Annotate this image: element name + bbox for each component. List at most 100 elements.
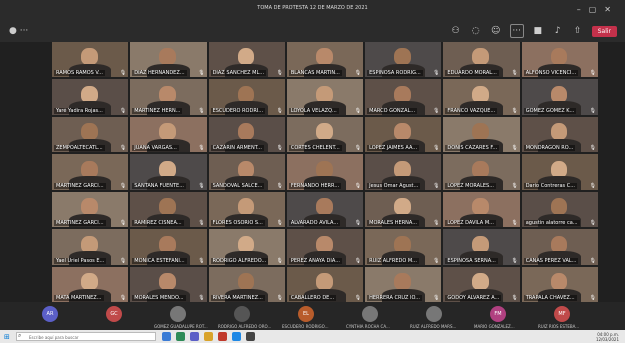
app-icon[interactable] [232,332,241,341]
participant-avatar[interactable] [234,306,250,322]
meeting-info-icon[interactable]: ● ··· [9,26,28,36]
participant-tile[interactable]: FERNANDO HERR... 🎙 [286,154,364,190]
participant-tile[interactable]: JUANA VARGAS... 🎙 [130,116,207,153]
participant-tile[interactable]: LOPEZ DAVILA M... 🎙 [443,191,520,228]
share-screen-icon[interactable]: ⇧ [572,25,584,37]
participant-tile[interactable]: ESPINOSA SERNA... 🎙 [443,229,520,265]
camera-icon[interactable]: ■ [532,25,544,37]
participant-tile[interactable]: RAMIREZ CISNEA... 🎙 [130,191,207,228]
participant-tile[interactable]: agustin alatorre ca... 🎙 [521,191,598,228]
system-clock[interactable]: 04:00 p.m. 12/03/2021 [596,332,619,342]
participant-tile[interactable]: DONIS CAZARES F... 🎙 [443,116,520,153]
meeting-toolbar: ● ··· ⚇ ◌ ☺ ··· ■ ♪ ⇧ Salir [0,20,625,42]
participant-tile[interactable]: ALFONSO VICENCI... 🎙 [521,42,598,78]
participant-tile[interactable]: GODOY ALVAREZ A... 🎙 [443,266,520,302]
folder-icon[interactable] [204,332,213,341]
participant-tile[interactable]: Jesus Omar Agust... 🎙 [365,154,442,190]
participant-video [315,235,333,253]
participant-tile[interactable]: ZEMPOALTECATL... 🎙 [52,116,129,153]
mic-muted-icon: 🎙 [354,182,362,189]
participant-avatar[interactable]: GC [106,306,122,322]
participant-tile[interactable]: CORTES CHELENT... 🎙 [286,116,364,153]
participant-tile[interactable]: GOMEZ GOMEZ K... 🎙 [521,79,598,115]
participant-video [550,235,568,253]
participant-avatar[interactable]: AR [42,306,58,322]
participant-tile[interactable]: MORALES HERNA... 🎙 [365,191,442,228]
participant-tile[interactable]: CAÑAS PEREZ VAL... 🎙 [521,229,598,265]
participant-tile[interactable]: EDUARDO MORAL... 🎙 [443,42,520,78]
app-icon[interactable] [162,332,171,341]
participant-tile[interactable]: MARTINEZ HERN... 🎙 [130,79,207,115]
participant-avatar[interactable]: EL [298,306,314,322]
participant-tile[interactable]: LOYOLA VELAZQ... 🎙 [286,79,364,115]
participant-tile[interactable]: MORALES MENDO... 🎙 [130,266,207,302]
participant-avatar[interactable]: FM [490,306,506,322]
participant-tile[interactable]: TRAPALA CHAVEZ... 🎙 [521,266,598,302]
participant-video [472,48,490,66]
app-icon[interactable] [246,332,255,341]
participant-tile[interactable]: SANTANA FUENTE... 🎙 [130,154,207,190]
participant-name: DIAZ HERNANDEZ... [132,70,187,77]
mic-muted-icon: 🎙 [354,70,362,77]
participant-tile[interactable]: Yaré Yadira Rojas... 🎙 [52,79,129,115]
participant-tile[interactable]: MARTINEZ GARCI... 🎙 [52,154,129,190]
participant-tile[interactable]: ALVARADO AVILA... 🎙 [286,191,364,228]
app-icon[interactable] [176,332,185,341]
participant-tile[interactable]: RUIZ ALFREDO M... 🎙 [365,229,442,265]
chat-icon[interactable]: ◌ [470,25,482,37]
window-controls[interactable]: –▢✕ [577,5,619,14]
more-options-icon[interactable]: ··· [509,24,524,38]
participant-tile[interactable]: LOPEZ MORALES... 🎙 [443,154,520,190]
mic-muted-icon: 🎙 [511,257,518,264]
participant-tile[interactable]: CABALLERO DE... 🎙 [286,266,364,302]
mic-muted-icon: 🎙 [198,70,205,77]
participant-name: FRANCO VAZQUE... [445,107,498,114]
leave-button[interactable]: Salir [591,25,617,37]
participant-avatar[interactable]: MF [554,306,570,322]
participant-tile[interactable]: MONICA ESTEFANI... 🎙 [130,229,207,265]
participant-tile[interactable]: RODRIGO ALFREDO... 🎙 [208,229,285,265]
participant-avatar[interactable] [362,306,378,322]
participant-tile[interactable]: CAZARIN ARMENT... 🎙 [208,116,285,153]
participant-tile[interactable]: Dario Contreras C... 🎙 [521,154,598,190]
participant-video [550,123,568,141]
participant-tile[interactable]: ESPINOSA RODRIG... 🎙 [365,42,442,78]
participant-tile[interactable]: MONDRAGON RO... 🎙 [521,116,598,153]
participant-tile[interactable]: MATA MARTINEZ... 🎙 [52,266,129,302]
participant-avatar[interactable] [426,306,442,322]
mic-muted-icon: 🎙 [354,294,362,301]
mic-muted-icon: 🎙 [511,70,518,77]
participant-name: PEREZ ANAYA DIA... [288,257,342,264]
participant-tile[interactable]: MARCO GONZAL... 🎙 [365,79,442,115]
participant-tile[interactable]: FLORES OSORIO S... 🎙 [208,191,285,228]
reactions-icon[interactable]: ☺ [490,25,502,37]
participant-tile[interactable]: SANDOVAL SALCE... 🎙 [208,154,285,190]
participant-tile[interactable]: MARTINEZ GARCI... 🎙 [52,191,129,228]
participant-tile[interactable]: PEREZ ANAYA DIA... 🎙 [286,229,364,265]
participant-tile[interactable]: DIAZ HERNANDEZ... 🎙 [130,42,207,78]
app-icon[interactable] [218,332,227,341]
participant-name: Yael Uriel Pasos E... [54,257,107,264]
participant-name: RUIZ ALFREDO M... [367,257,419,264]
participant-tile[interactable]: FRANCO VAZQUE... 🎙 [443,79,520,115]
participant-tile[interactable]: HERRERA CRUZ IO... 🎙 [365,266,442,302]
participant-tile[interactable]: BLANCAS MARTIN... 🎙 [286,42,364,78]
taskbar-search-input[interactable]: Escribe aquí para buscar [16,332,156,341]
participant-tile[interactable]: ESCUDERO RODRI... 🎙 [208,79,285,115]
windows-start-icon[interactable]: ⊞ [4,333,12,341]
participant-tile[interactable]: RAMOS RAMOS V... 🎙 [52,42,129,78]
participant-tile[interactable]: RIVERA MARTINEZ... 🎙 [208,266,285,302]
participant-tile[interactable]: LOPEZ JAIMES AA... 🎙 [365,116,442,153]
participant-tile[interactable]: DIAZ SANCHEZ ML... 🎙 [208,42,285,78]
participant-video [159,85,177,103]
mic-icon[interactable]: ♪ [552,25,564,37]
participant-video [159,198,177,216]
teams-app-icon[interactable] [190,332,199,341]
participant-video [315,198,333,216]
people-icon[interactable]: ⚇ [450,25,462,37]
participant-name: JUANA VARGAS... [132,145,179,152]
participant-name: EDUARDO MORAL... [445,70,499,77]
participant-tile[interactable]: Yael Uriel Pasos E... 🎙 [52,229,129,265]
participant-name: ESPINOSA RODRIG... [367,70,423,77]
participant-avatar[interactable] [170,306,186,322]
